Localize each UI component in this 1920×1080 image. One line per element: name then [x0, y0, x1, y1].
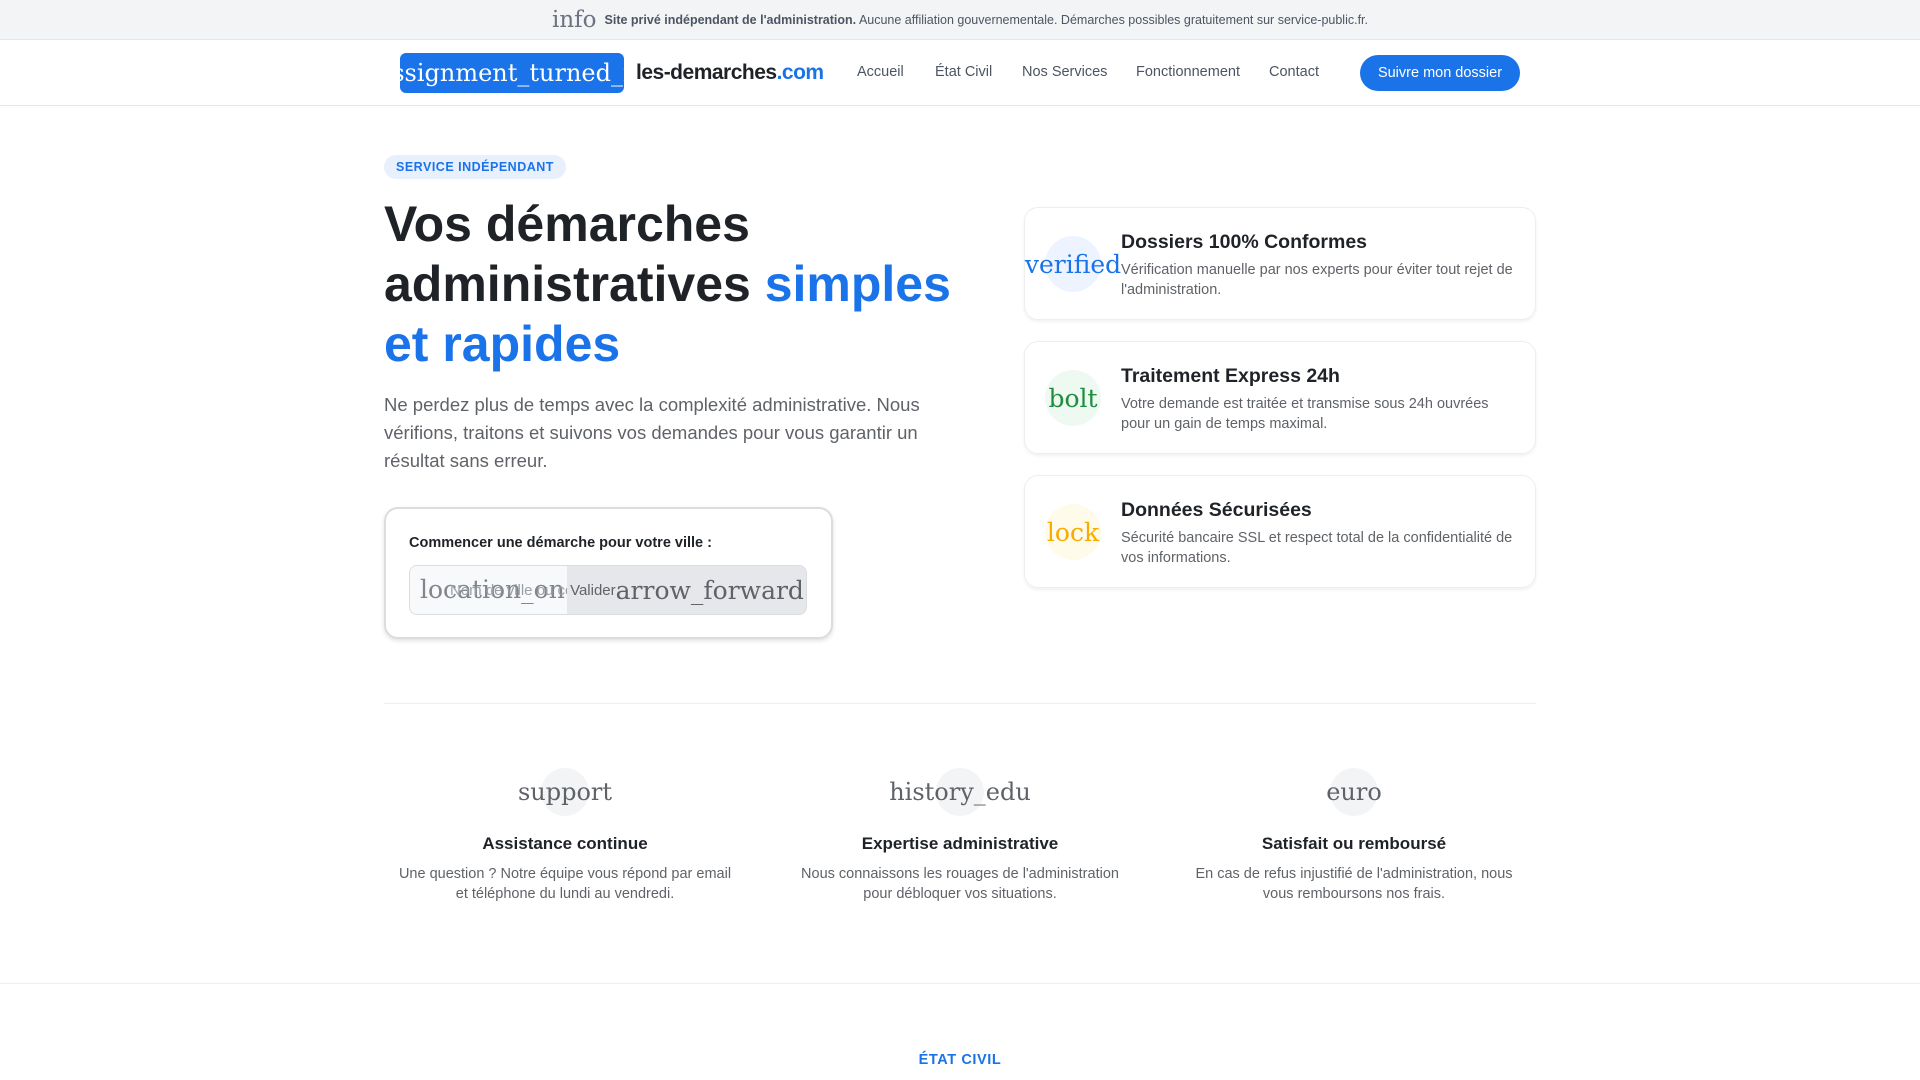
- bolt-icon: bolt: [1045, 370, 1101, 426]
- feature-title: Dossiers 100% Conformes: [1121, 231, 1368, 253]
- value-title: Assistance continue: [482, 834, 648, 853]
- brand-tld: .com: [776, 61, 825, 84]
- search-group: location_on Validerarrow_forward: [409, 565, 807, 615]
- hero-title: Vos démarches administratives simples et…: [384, 194, 984, 374]
- value-item: history_edu Expertise administrative Nou…: [790, 768, 1130, 904]
- feature-desc: Vérification manuelle par nos experts po…: [1121, 262, 1513, 298]
- disclaimer-bar: info Site privé indépendant de l'adminis…: [0, 0, 1920, 40]
- nav-contact[interactable]: Contact: [1269, 64, 1319, 80]
- search-label: Commencer une démarche pour votre ville …: [409, 535, 712, 551]
- value-desc: Une question ? Notre équipe vous répond …: [398, 866, 732, 902]
- city-input[interactable]: [410, 566, 567, 614]
- nav-etat-civil[interactable]: État Civil: [935, 64, 992, 80]
- disclaimer-text: Site privé indépendant de l'administrati…: [605, 13, 1368, 27]
- hero-title-main: Vos démarches administratives: [384, 196, 765, 312]
- value-desc: Nous connaissons les rouages de l'admini…: [801, 866, 1119, 902]
- nav-accueil[interactable]: Accueil: [857, 64, 904, 80]
- feature-desc: Sécurité bancaire SSL et respect total d…: [1121, 530, 1513, 566]
- hero-lead: Ne perdez plus de temps avec la complexi…: [384, 394, 920, 471]
- brand-main: les-demarches: [636, 61, 777, 84]
- feature-title: Données Sécurisées: [1121, 499, 1312, 521]
- feature-card: bolt Traitement Express 24h Votre demand…: [1024, 341, 1536, 454]
- euro-icon: euro: [1326, 768, 1382, 816]
- support-icon: support: [518, 768, 612, 816]
- value-desc: En cas de refus injustifié de l'administ…: [1195, 866, 1513, 902]
- value-title: Expertise administrative: [861, 834, 1059, 853]
- disclaimer-strong: Site privé indépendant de l'administrati…: [604, 12, 857, 27]
- value-title: Satisfait ou remboursé: [1261, 834, 1447, 853]
- feature-desc: Votre demande est traitée et transmise s…: [1121, 396, 1489, 432]
- feature-card: lock Données Sécurisées Sécurité bancair…: [1024, 475, 1536, 588]
- nav-services[interactable]: Nos Services: [1022, 64, 1107, 80]
- section-divider: [384, 703, 1536, 704]
- value-item: support Assistance continue Une question…: [395, 768, 735, 904]
- arrow-forward-icon: arrow_forward: [615, 575, 804, 605]
- logo-assignment-icon[interactable]: assignment_turned_in: [400, 53, 624, 93]
- info-icon: info: [551, 6, 597, 33]
- feature-title: Traitement Express 24h: [1121, 365, 1340, 387]
- city-search-card: Commencer une démarche pour votre ville …: [384, 507, 833, 639]
- value-item: euro Satisfait ou remboursé En cas de re…: [1184, 768, 1524, 904]
- section-label-etat-civil: ÉTAT CIVIL: [918, 1052, 1002, 1068]
- disclaimer-detail: Aucune affiliation gouvernementale. Déma…: [858, 12, 1368, 27]
- main-nav: assignment_turned_in les-demarches.com A…: [0, 40, 1920, 106]
- feature-card: verified Dossiers 100% Conformes Vérific…: [1024, 207, 1536, 320]
- history-edu-icon: history_edu: [889, 768, 1031, 816]
- validate-label: Valider: [570, 581, 616, 599]
- section-divider: [0, 983, 1920, 984]
- track-file-button[interactable]: Suivre mon dossier: [1360, 55, 1520, 91]
- validate-button[interactable]: Valider arrow_forward: [568, 566, 806, 614]
- nav-fonctionnement[interactable]: Fonctionnement: [1136, 64, 1240, 80]
- lock-icon: lock: [1045, 504, 1101, 560]
- brand-link[interactable]: les-demarches.com: [636, 61, 824, 85]
- service-badge: SERVICE INDÉPENDANT: [384, 155, 566, 179]
- verified-icon: verified: [1025, 236, 1121, 292]
